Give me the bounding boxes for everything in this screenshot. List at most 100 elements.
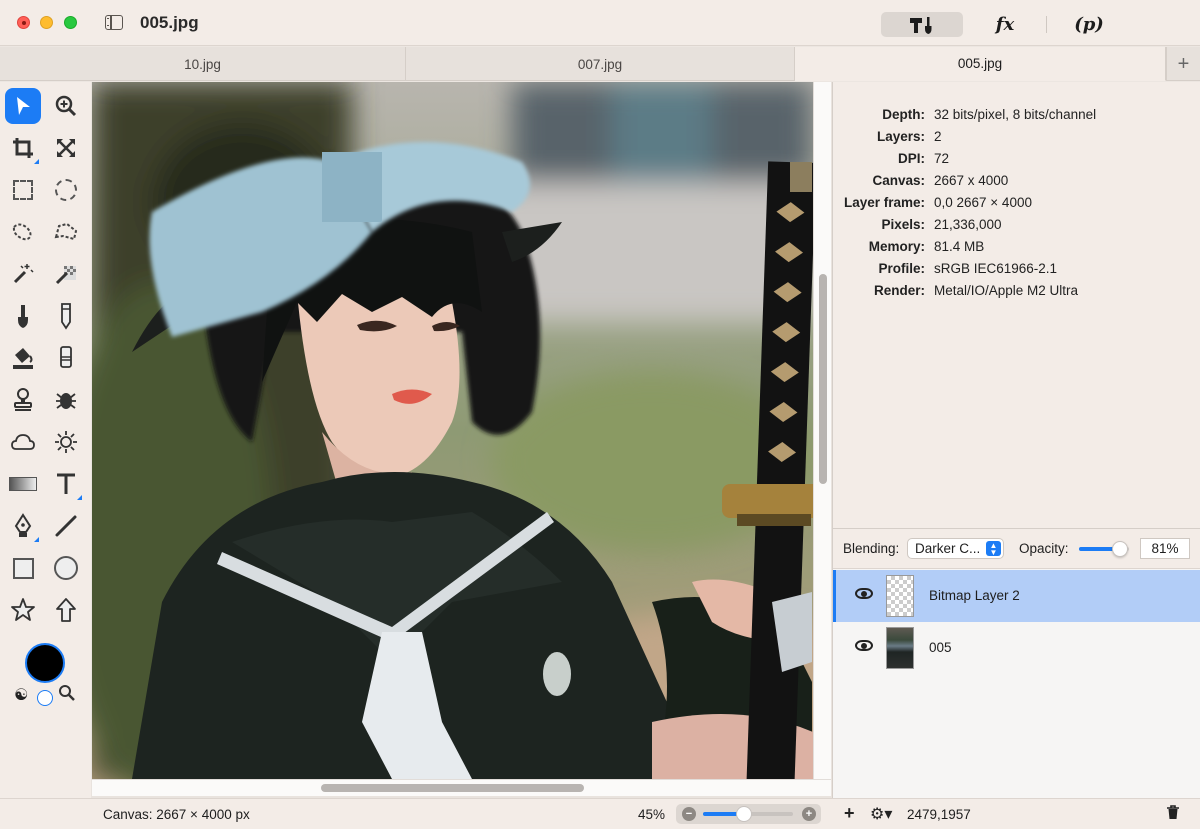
horizontal-scroll-thumb[interactable] <box>321 784 584 792</box>
zoom-tool[interactable] <box>48 88 84 124</box>
crop-tool[interactable] <box>5 130 41 166</box>
blending-label: Blending: <box>843 541 900 556</box>
layers-panel: Blending: Darker C... ▲ ▼ Opacity: 81% Bi… <box>832 528 1200 798</box>
gear-menu-icon[interactable]: ⚙▾ <box>870 804 892 824</box>
cloud-icon <box>11 434 35 450</box>
vertical-scroll-thumb[interactable] <box>819 274 827 484</box>
foreground-color-swatch[interactable] <box>25 643 65 683</box>
opacity-slider-knob[interactable] <box>1111 541 1128 557</box>
minimize-window-button[interactable] <box>40 16 53 29</box>
line-tool[interactable] <box>48 508 84 544</box>
info-value: sRGB IEC61966-2.1 <box>934 261 1058 276</box>
pencil-tool[interactable] <box>48 298 84 334</box>
magic-wand-icon <box>13 264 34 284</box>
arrow-pointer-icon <box>17 97 30 115</box>
tool-menu-indicator <box>77 495 82 500</box>
add-layer-button[interactable]: + <box>844 803 855 824</box>
rect-marquee-icon <box>13 180 33 200</box>
gradient-tool[interactable] <box>5 466 41 502</box>
info-value: 0,0 2667 × 4000 <box>934 195 1032 210</box>
info-value: Metal/IO/Apple M2 Ultra <box>934 283 1079 298</box>
polygon-lasso-icon <box>54 222 78 241</box>
opacity-slider[interactable] <box>1079 541 1129 557</box>
star-tool[interactable] <box>5 592 41 628</box>
lasso-tool[interactable] <box>5 214 41 250</box>
fill-tool[interactable] <box>5 340 41 376</box>
zoom-slider-knob[interactable] <box>735 806 752 822</box>
info-key: Depth: <box>882 107 925 122</box>
arrow-tool[interactable] <box>5 88 41 124</box>
blur-tool[interactable] <box>5 424 41 460</box>
bug-icon <box>56 393 76 409</box>
polygon-lasso-tool[interactable] <box>48 214 84 250</box>
trash-icon[interactable] <box>1166 805 1180 823</box>
canvas-image[interactable] <box>92 82 813 779</box>
info-key: Memory: <box>868 239 925 254</box>
ellipse-tool[interactable] <box>48 550 84 586</box>
effects-button[interactable]: fx <box>985 12 1025 37</box>
text-tool[interactable] <box>48 466 84 502</box>
brush-tool[interactable] <box>5 298 41 334</box>
close-window-button[interactable] <box>17 16 30 29</box>
yin-yang-swap-icon[interactable]: ☯ <box>14 685 28 705</box>
eraser-tool[interactable] <box>48 340 84 376</box>
opacity-input[interactable]: 81% <box>1140 538 1190 559</box>
dodge-burn-tool[interactable] <box>48 424 84 460</box>
info-row: Profile: sRGB IEC61966-2.1 <box>833 261 1200 283</box>
info-row: DPI: 72 <box>833 151 1200 173</box>
horizontal-scrollbar[interactable] <box>92 779 831 796</box>
pen-tool[interactable] <box>5 508 41 544</box>
tools-palette-button[interactable] <box>881 12 963 37</box>
hammer-brush-icon <box>910 16 932 34</box>
tab-10-jpg[interactable]: 10.jpg <box>0 47 406 81</box>
layer-row-005[interactable]: 005 <box>833 622 1200 674</box>
info-key: Layers: <box>876 129 925 144</box>
background-color-swatch[interactable] <box>37 690 53 706</box>
opacity-label: Opacity: <box>1019 541 1069 556</box>
stamp-icon <box>14 388 32 411</box>
document-tab-bar: 10.jpg 007.jpg 005.jpg + <box>0 47 1200 81</box>
new-tab-button[interactable]: + <box>1166 47 1200 81</box>
transform-tool[interactable] <box>48 130 84 166</box>
text-t-icon <box>57 473 75 494</box>
info-value: 2 <box>934 129 942 144</box>
document-info-panel: Depth: 32 bits/pixel, 8 bits/channel Layer… <box>832 82 1200 528</box>
info-key: DPI: <box>898 151 925 166</box>
rectangle-shape-icon <box>12 557 34 579</box>
canvas-area[interactable] <box>91 82 832 798</box>
status-bar: Canvas: 2667 × 4000 px 45% − + + ⚙▾ 2479… <box>0 798 1200 829</box>
zoom-control: − + <box>676 804 821 824</box>
eye-visibility-icon[interactable] <box>855 640 873 651</box>
tab-007-jpg[interactable]: 007.jpg <box>406 47 795 81</box>
line-icon <box>55 515 77 537</box>
arrow-shape-tool[interactable] <box>48 592 84 628</box>
toolbar-divider <box>1046 16 1047 33</box>
tab-005-jpg[interactable]: 005.jpg <box>795 47 1166 81</box>
title-bar: 005.jpg fx (p) <box>0 0 1200 46</box>
magic-wand-tool[interactable] <box>5 256 41 292</box>
zoom-in-button[interactable]: + <box>802 807 816 821</box>
layer-thumbnail <box>886 575 914 617</box>
paint-bucket-icon <box>13 348 33 369</box>
info-key: Profile: <box>878 261 925 276</box>
clone-stamp-tool[interactable] <box>5 382 41 418</box>
plugins-button[interactable]: (p) <box>1068 12 1110 37</box>
color-select-tool[interactable] <box>48 256 84 292</box>
heal-tool[interactable] <box>48 382 84 418</box>
layer-row-bitmap-layer-2[interactable]: Bitmap Layer 2 <box>833 570 1200 622</box>
eye-visibility-icon[interactable] <box>855 588 873 599</box>
zoom-window-button[interactable] <box>64 16 77 29</box>
sidebar-toggle-icon[interactable] <box>105 15 123 30</box>
ellipse-select-tool[interactable] <box>48 172 84 208</box>
rectangle-tool[interactable] <box>5 550 41 586</box>
vertical-scrollbar[interactable] <box>813 82 831 779</box>
zoom-out-button[interactable]: − <box>682 807 696 821</box>
rect-select-tool[interactable] <box>5 172 41 208</box>
tool-menu-indicator <box>34 537 39 542</box>
crop-icon <box>13 138 33 158</box>
info-value: 81.4 MB <box>934 239 985 254</box>
info-row: Depth: 32 bits/pixel, 8 bits/channel <box>833 107 1200 129</box>
zoom-slider[interactable] <box>703 806 793 822</box>
color-picker-magnifier-icon[interactable] <box>58 684 76 706</box>
blending-mode-select[interactable]: Darker C... ▲ ▼ <box>907 538 1004 559</box>
